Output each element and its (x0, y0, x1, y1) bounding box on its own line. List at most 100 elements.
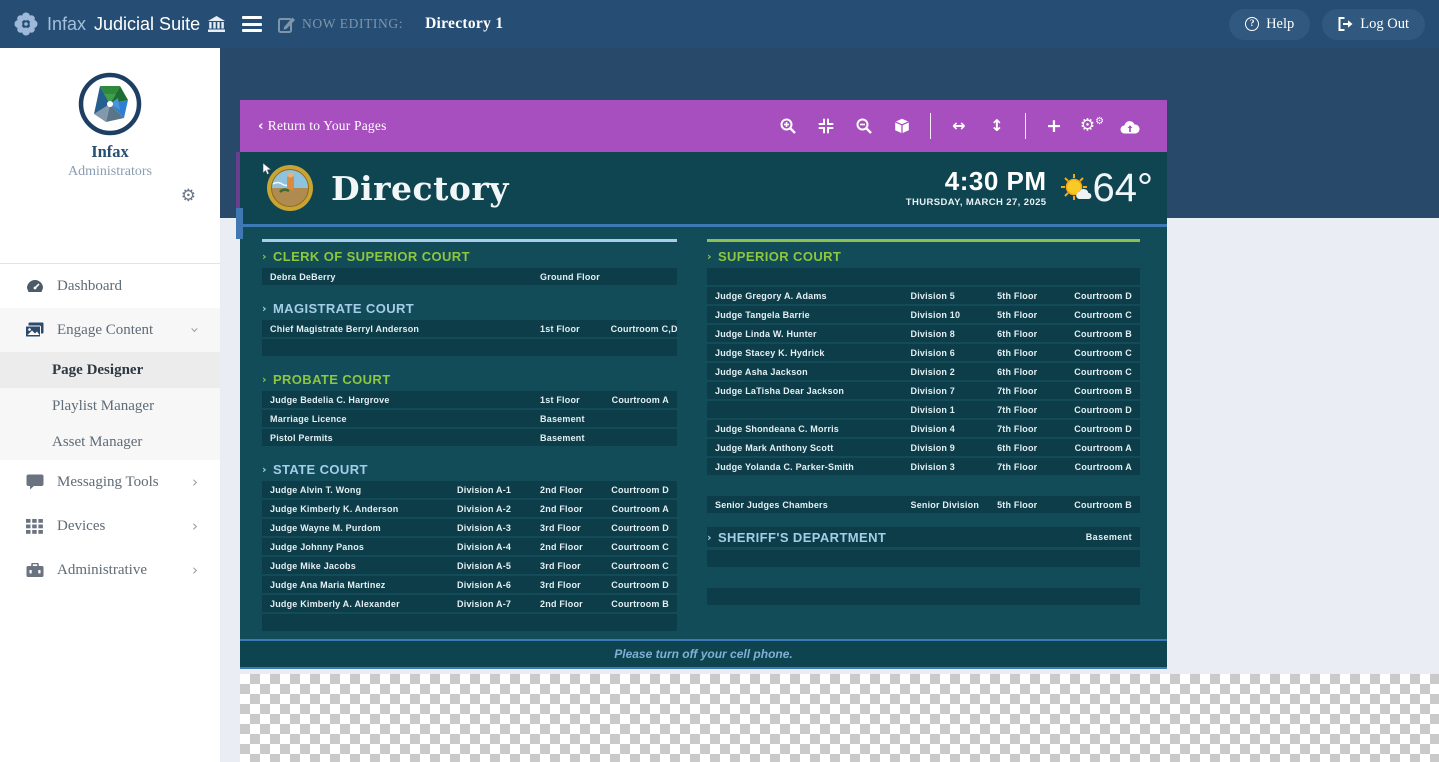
cell-room: Courtroom D (1071, 291, 1140, 301)
zoom-in-icon[interactable] (769, 118, 807, 134)
publish-cloud-upload-icon[interactable] (1111, 119, 1149, 134)
cell-name: Judge Kimberly A. Alexander (262, 599, 457, 609)
expand-horizontal-icon[interactable]: ↔ (940, 118, 978, 134)
cell-divn: Division 5 (911, 291, 998, 301)
chevron-right-icon: › (192, 517, 198, 535)
cell-divn: Division A-3 (457, 523, 540, 533)
expand-vertical-icon[interactable]: ↕ (978, 118, 1016, 134)
sidebar-item-administrative[interactable]: Administrative › (0, 548, 220, 592)
section-heading-location: Basement (1086, 532, 1132, 542)
cell-name: Judge Mark Anthony Scott (707, 443, 911, 453)
sidebar-item-engage-content[interactable]: Engage Content › (0, 308, 220, 352)
sidebar-item-devices[interactable]: Devices › (0, 504, 220, 548)
design-canvas[interactable]: Directory 4:30 PM THURSDAY, MARCH 27, 20… (240, 152, 1167, 669)
directory-section: ›MAGISTRATE COURTChief Magistrate Berryl… (262, 299, 677, 356)
sidebar-item-dashboard[interactable]: Dashboard (0, 264, 220, 308)
section-heading: ›STATE COURT (262, 460, 677, 478)
cell-divn: Division A-5 (457, 561, 540, 571)
sidebar-item-messaging-tools[interactable]: Messaging Tools › (0, 460, 220, 504)
settings-gears-icon[interactable]: ⚙⚙ (1073, 117, 1111, 135)
cell-room: Courtroom B (1071, 329, 1140, 339)
profile-settings-gear-icon[interactable]: ⚙ (181, 186, 196, 206)
mouse-cursor (263, 163, 272, 175)
cell-room: Courtroom C (1071, 367, 1140, 377)
sidebar-item-playlist-manager[interactable]: Playlist Manager (0, 388, 220, 424)
directory-row (707, 550, 1140, 567)
cell-floor: 7th Floor (997, 462, 1071, 472)
directory-row: Judge Bedelia C. Hargrove1st FloorCourtr… (262, 391, 677, 408)
cell-room: Courtroom B (1071, 386, 1140, 396)
cell-floor: 1st Floor (540, 395, 611, 405)
cell-room: Courtroom A (1071, 443, 1140, 453)
cell-name: Judge Mike Jacobs (262, 561, 457, 571)
cell-name: Judge Alvin T. Wong (262, 485, 457, 495)
cell-name: Judge Johnny Panos (262, 542, 457, 552)
widget-outline-fragment (236, 208, 243, 239)
cell-divn: Division 6 (911, 348, 998, 358)
section-heading-text: SHERIFF'S DEPARTMENT (718, 530, 886, 545)
clock-widget: 4:30 PM THURSDAY, MARCH 27, 2025 (906, 168, 1047, 208)
directory-body: ›CLERK OF SUPERIOR COURTDebra DeBerryGro… (240, 227, 1167, 639)
cell-name: Judge Gregory A. Adams (707, 291, 911, 301)
directory-row: Judge Gregory A. AdamsDivision 55th Floo… (707, 287, 1140, 304)
directory-row: Judge Yolanda C. Parker-SmithDivision 37… (707, 458, 1140, 475)
cell-floor: 5th Floor (997, 291, 1071, 301)
cell-name: Judge Kimberly K. Anderson (262, 504, 457, 514)
page-designer-preview: ‹Return to Your Pages ↔ ↕ + (240, 100, 1167, 669)
cell-floor: 6th Floor (997, 367, 1071, 377)
date-text: THURSDAY, MARCH 27, 2025 (906, 197, 1047, 208)
footer-message-widget[interactable]: Please turn off your cell phone. (240, 639, 1167, 669)
directory-row (707, 268, 1140, 285)
images-icon (25, 322, 44, 338)
toolbar-divider (1025, 113, 1026, 139)
directory-header-widget[interactable]: Directory 4:30 PM THURSDAY, MARCH 27, 20… (240, 152, 1167, 227)
cell-name: Judge Ana Maria Martinez (262, 580, 457, 590)
logout-button[interactable]: Log Out (1322, 9, 1425, 40)
infax-logo-icon (13, 11, 39, 37)
edit-icon (278, 16, 295, 33)
directory-row: Debra DeBerryGround Floor (262, 268, 677, 285)
help-button[interactable]: ? Help (1229, 9, 1310, 40)
return-to-pages-link[interactable]: ‹Return to Your Pages (258, 118, 387, 134)
cell-floor: 3rd Floor (540, 580, 611, 590)
cell-divn: Division A-4 (457, 542, 540, 552)
directory-row: Chief Magistrate Berryl Anderson1st Floo… (262, 320, 677, 337)
weather-widget: 64° (1059, 168, 1154, 208)
chevron-down-icon: › (186, 327, 204, 333)
directory-row: Judge Linda W. HunterDivision 86th Floor… (707, 325, 1140, 342)
heading-arrow-icon: › (707, 250, 712, 263)
designer-toolbar: ‹Return to Your Pages ↔ ↕ + (240, 100, 1167, 152)
gauge-icon (25, 279, 44, 294)
add-widget-icon[interactable]: + (1035, 117, 1073, 136)
cube-3d-icon[interactable] (883, 118, 921, 134)
chevron-right-icon: › (192, 561, 198, 579)
cell-room: Courtroom B (611, 599, 677, 609)
directory-row: Judge Tangela BarrieDivision 105th Floor… (707, 306, 1140, 323)
cell-divn: Division 7 (911, 386, 998, 396)
org-role: Administrators (0, 164, 220, 180)
directory-column-left: ›CLERK OF SUPERIOR COURTDebra DeBerryGro… (262, 239, 677, 639)
help-icon: ? (1245, 17, 1259, 31)
cell-floor: 2nd Floor (540, 485, 611, 495)
org-profile: Infax Administrators ⚙ (0, 72, 220, 264)
cell-room: Courtroom C (611, 561, 677, 571)
toolbar-icons: ↔ ↕ + ⚙⚙ (769, 113, 1149, 139)
cell-name: Pistol Permits (262, 433, 457, 443)
cell-divn: Division 8 (911, 329, 998, 339)
directory-row (262, 339, 677, 356)
menu-toggle-button[interactable] (242, 16, 262, 32)
org-avatar (78, 72, 142, 136)
cell-floor: 1st Floor (540, 324, 611, 334)
sidebar-item-asset-manager[interactable]: Asset Manager (0, 424, 220, 460)
section-heading: ›PROBATE COURT (262, 370, 677, 388)
cell-floor: 2nd Floor (540, 599, 611, 609)
section-heading-text: MAGISTRATE COURT (273, 301, 414, 316)
engage-content-group: Engage Content › Page Designer Playlist … (0, 308, 220, 460)
directory-row: Judge Ana Maria MartinezDivision A-63rd … (262, 576, 677, 593)
directory-row: Judge Shondeana C. MorrisDivision 47th F… (707, 420, 1140, 437)
sidebar-item-page-designer[interactable]: Page Designer (0, 352, 220, 388)
fit-compress-icon[interactable] (807, 118, 845, 134)
directory-row: Judge Alvin T. WongDivision A-12nd Floor… (262, 481, 677, 498)
cell-room: Courtroom A (611, 395, 677, 405)
zoom-out-icon[interactable] (845, 118, 883, 134)
